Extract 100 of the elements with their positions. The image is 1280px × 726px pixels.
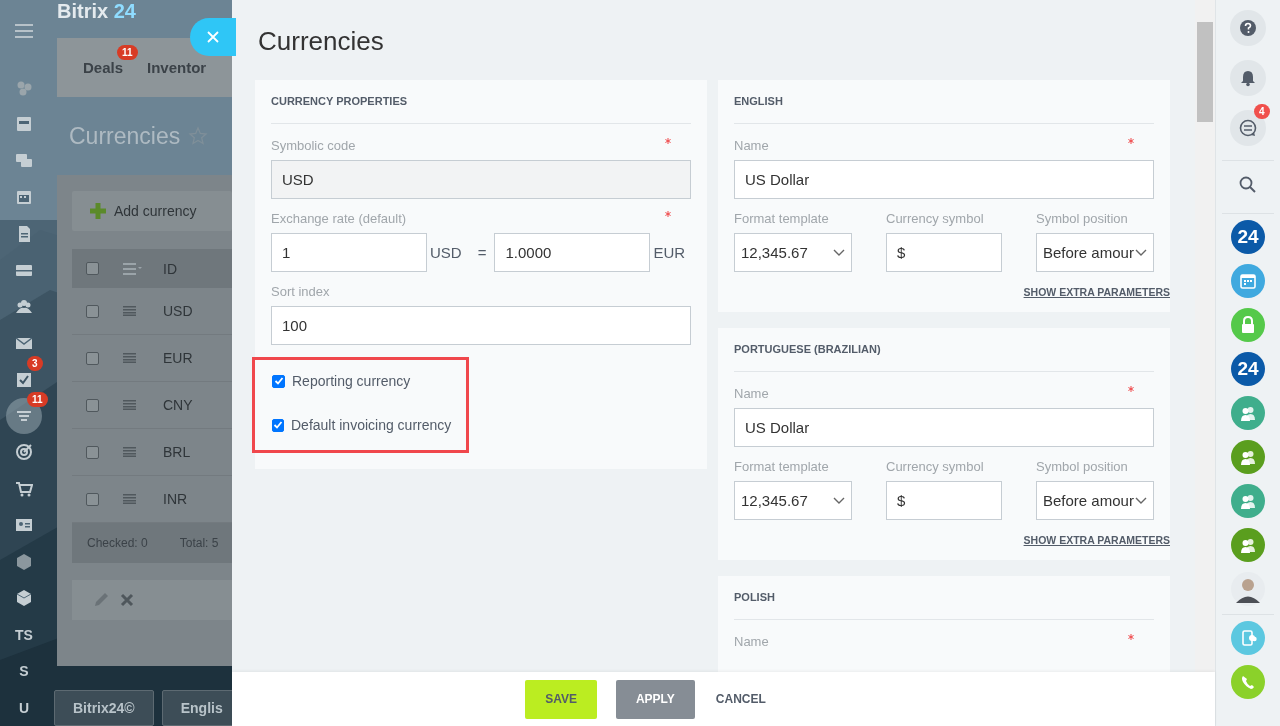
close-icon [207,31,219,43]
field-label: Format template [734,211,829,226]
checkbox[interactable] [272,374,285,388]
checkbox-label: Default invoicing currency [291,417,452,433]
field-label: Format template [734,459,829,474]
table-cell: INR [163,491,188,507]
scroll-thumb[interactable] [1197,22,1213,122]
calendar-app-button[interactable] [1231,264,1265,298]
group-app-button[interactable] [1231,440,1265,474]
footer-button[interactable]: Englis [161,690,232,726]
select-field[interactable]: 12,345.67 [734,233,852,272]
drag-handle-icon [123,353,136,363]
field-label: Currency symbol [886,211,984,226]
chat-icon [1238,118,1258,138]
drag-handle-icon [123,400,136,410]
drag-handle-icon [123,447,136,457]
page-title: Currencies [69,122,181,150]
field-label: Symbol position [1036,211,1128,226]
group-app-button[interactable] [1231,396,1265,430]
column-menu-icon [123,262,143,275]
table-cell: USD [163,303,193,319]
group-app-button[interactable] [1231,528,1265,562]
field-label: Name [734,634,769,649]
save-button[interactable]: SAVE [525,679,597,719]
menu-button[interactable] [15,22,33,40]
cancel-link[interactable]: CANCEL [709,679,772,719]
window-icon[interactable] [15,115,33,134]
input-field[interactable]: US Dollar [734,160,1154,199]
input-field[interactable]: 1 [271,233,427,272]
checkbox[interactable] [86,262,99,275]
checkbox[interactable] [86,398,99,412]
input-field[interactable]: 100 [271,306,691,345]
checkbox[interactable] [86,351,99,365]
field-label: Name [734,138,769,153]
app-logo[interactable]: 24 [1231,220,1265,254]
input-field[interactable]: $ [886,233,1002,272]
nav-link[interactable]: U [18,699,30,716]
mobile-app-button[interactable] [1231,621,1265,655]
drag-handle-icon [123,494,136,504]
section-heading: CURRENCY PROPERTIES [271,80,691,124]
search-icon[interactable] [1238,175,1258,195]
box-icon[interactable] [15,552,33,571]
field-label: Sort index [271,284,330,299]
bell-button[interactable] [1230,60,1266,96]
checkbox[interactable] [86,492,99,506]
delete-icon[interactable] [120,593,134,607]
checkbox-label: Reporting currency [292,373,411,389]
equals-sign: = [477,244,487,261]
counter-badge: 4 [1254,104,1270,119]
add-currency-button[interactable]: Add currency [72,191,232,231]
section-heading: ENGLISH [734,80,1154,124]
table-cell: BRL [163,444,191,460]
help-button[interactable] [1230,10,1266,46]
show-extra-parameters-link[interactable]: SHOW EXTRA PARAMETERS [1023,534,1170,546]
people-icon[interactable] [15,297,33,316]
currency-code: USD [430,244,462,261]
select-field[interactable]: Before amour [1036,481,1154,520]
plus-icon [90,203,106,219]
counter-badge: 11 [117,44,138,60]
section-heading: PORTUGUESE (BRAZILIAN) [734,328,1154,372]
checkbox[interactable] [86,304,99,318]
nav-link[interactable]: S [19,663,29,680]
field-label: Symbol position [1036,459,1128,474]
call-app-button[interactable] [1231,665,1265,699]
chevron-icon [1135,497,1147,505]
drag-handle-icon [123,306,136,316]
currency-code: EUR [653,244,686,261]
target-icon[interactable] [15,443,33,462]
table-cell: CNY [163,397,193,413]
chevron-icon [833,497,845,505]
panel-title: Currencies [257,25,385,58]
table-cell: EUR [163,350,193,366]
nav-link[interactable]: TS [15,626,33,643]
close-button[interactable] [190,18,236,56]
input-field[interactable]: $ [886,481,1002,520]
show-extra-parameters-link[interactable]: SHOW EXTRA PARAMETERS [1023,286,1170,298]
field-label: Name [734,386,769,401]
chevron-icon [833,249,845,257]
app-logo[interactable]: 24 [1231,352,1265,386]
cart-icon[interactable] [15,479,33,498]
select-field[interactable]: Before amour [1036,233,1154,272]
input-field[interactable]: 1.0000 [494,233,651,272]
lock-app-button[interactable] [1231,308,1265,342]
checkbox[interactable] [86,445,99,459]
field-label: Currency symbol [886,459,984,474]
group-app-button[interactable] [1231,484,1265,518]
field-label: Exchange rate (default) [271,211,407,226]
select-field[interactable]: 12,345.67 [734,481,852,520]
calendar-icon[interactable] [15,188,33,207]
chat-icon[interactable] [15,151,33,170]
field-label: Symbolic code [271,138,356,153]
input-field[interactable]: US Dollar [734,408,1154,447]
box-icon[interactable] [15,589,33,608]
checkbox[interactable] [272,418,284,432]
avatar-icon[interactable] [1231,572,1265,606]
footer-button[interactable]: Bitrix24© [54,690,154,726]
help-icon [1238,18,1258,38]
chevron-icon [1135,249,1147,257]
counter-badge: 11 [27,392,48,407]
logo: Bitrix 24 [57,0,136,22]
